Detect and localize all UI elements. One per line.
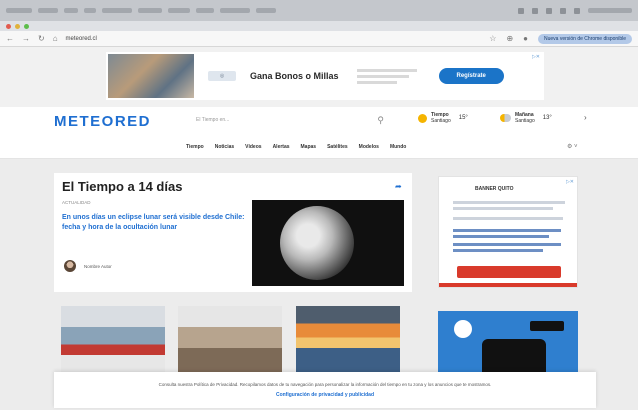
avatar [64,260,76,272]
article-image[interactable] [252,200,404,286]
main-nav: Tiempo Noticias Vídeos Alertas Mapas Sat… [0,135,638,159]
star-icon[interactable]: ☆ [489,34,496,43]
os-menu-bar [0,0,638,21]
article-category: ACTUALIDAD [62,200,91,205]
nav-item-satelites[interactable]: Satélites [327,144,348,150]
weather-temp: 13° [542,115,552,121]
search-input[interactable]: El Tiempo en... [196,117,229,123]
status-icon [560,7,566,14]
news-thumbnail-2[interactable] [178,306,282,376]
nav-items: Tiempo Noticias Vídeos Alertas Mapas Sat… [186,144,406,150]
bookmark-10[interactable] [256,8,276,13]
bookmark-8[interactable] [196,8,214,13]
ad-text-line [453,249,543,252]
app-ad-banner[interactable] [438,311,578,381]
article-author[interactable]: Nombre Autor [84,264,112,269]
ad-small-text [356,68,427,84]
clock [588,8,632,13]
settings-dropdown[interactable]: ⚙ ˅ [567,143,578,150]
nav-item-alertas[interactable]: Alertas [273,144,290,150]
bookmark-6[interactable] [138,8,162,13]
sun-icon [418,113,427,123]
moon-image [280,206,354,280]
side-ad-banner[interactable]: ▷✕ BANNER QUITO [438,176,578,288]
privacy-settings-link[interactable]: Configuración de privacidad y publicidad [94,392,556,398]
toolbar-right: ☆ ⊕ ● Nueva versión de Chrome disponible [489,33,632,44]
bookmark-7[interactable] [168,8,190,13]
ad-text-line [453,243,561,246]
featured-article-card: El Tiempo a 14 días ➦ ACTUALIDAD En unos… [54,173,412,292]
ad-text-line [453,229,561,232]
minimize-window-icon[interactable] [15,23,20,29]
google-play-badge[interactable] [530,321,564,331]
status-icon [518,7,524,14]
weather-temp: 15° [458,115,468,121]
nav-item-noticias[interactable]: Noticias [215,144,234,150]
ad-photo [108,54,194,98]
ad-title: Gana Bonos o Millas [250,71,339,81]
search-icon[interactable]: ⚲ [377,115,384,126]
article-headline[interactable]: En unos días un eclipse lunar será visib… [62,213,248,233]
status-icon [532,7,538,14]
side-ad-bar [439,283,577,287]
bookmark-4[interactable] [84,8,96,13]
ad-brand-logo: ◎ [208,71,236,81]
news-thumbnail-3[interactable] [296,306,400,376]
top-ad-banner[interactable]: ◎ Gana Bonos o Millas Regístrate ▷✕ [106,52,544,100]
bookmark-3[interactable] [64,8,78,13]
side-ad-button[interactable] [457,266,561,278]
extension-icon[interactable]: ⊕ [506,34,513,43]
page-title: El Tiempo a 14 días [62,179,183,194]
ad-text-line [453,201,565,204]
partly-cloudy-icon [500,114,511,122]
address-bar: ← → ↻ ⌂ meteored.cl ☆ ⊕ ● Nueva versión … [0,31,638,47]
weather-widget-tomorrow[interactable]: Mañana Santiago 13° [500,112,552,124]
bookmark-5[interactable] [102,8,132,13]
weather-city: Tiempo Santiago [431,112,451,124]
forward-icon[interactable]: → [22,34,30,43]
maximize-window-icon[interactable] [24,23,29,29]
cookie-text: Consulta nuestra Política de Privacidad.… [158,382,492,387]
window-controls [0,21,638,31]
status-icon [546,7,552,14]
status-icon [574,7,580,14]
bookmark-1[interactable] [6,8,32,13]
profile-icon[interactable]: ● [523,34,528,43]
side-ad-heading: BANNER QUITO [475,186,514,192]
update-chrome-button[interactable]: Nueva versión de Chrome disponible [538,33,632,44]
bookmark-9[interactable] [220,8,250,13]
ad-text-line [453,207,553,210]
ad-choices-icon[interactable]: ▷✕ [532,54,540,60]
weather-widget-today[interactable]: Tiempo Santiago 15° [418,112,468,124]
site-logo[interactable]: METEORED [54,113,151,130]
ad-text-line [453,235,549,238]
ad-text-line [453,217,563,220]
nav-item-mundo[interactable]: Mundo [390,144,406,150]
app-logo [454,320,472,338]
news-thumbnail-1[interactable] [61,306,165,376]
share-icon[interactable]: ➦ [395,182,402,191]
ad-register-button[interactable]: Regístrate [438,68,504,84]
chevron-right-icon[interactable]: › [584,113,587,122]
close-window-icon[interactable] [6,23,11,29]
ad-choices-icon[interactable]: ▷✕ [566,179,574,185]
search-box[interactable]: El Tiempo en... ⚲ [196,114,384,126]
nav-item-modelos[interactable]: Modelos [359,144,379,150]
home-icon[interactable]: ⌂ [53,34,58,43]
url-field[interactable]: meteored.cl [66,36,97,42]
nav-item-videos[interactable]: Vídeos [245,144,261,150]
reload-icon[interactable]: ↻ [38,34,45,43]
nav-item-tiempo[interactable]: Tiempo [186,144,204,150]
status-icons [518,7,632,14]
bookmark-2[interactable] [38,8,58,13]
weather-city: Mañana Santiago [515,112,535,124]
nav-item-mapas[interactable]: Mapas [301,144,317,150]
cookie-banner: Consulta nuestra Política de Privacidad.… [54,372,596,408]
back-icon[interactable]: ← [6,34,14,43]
